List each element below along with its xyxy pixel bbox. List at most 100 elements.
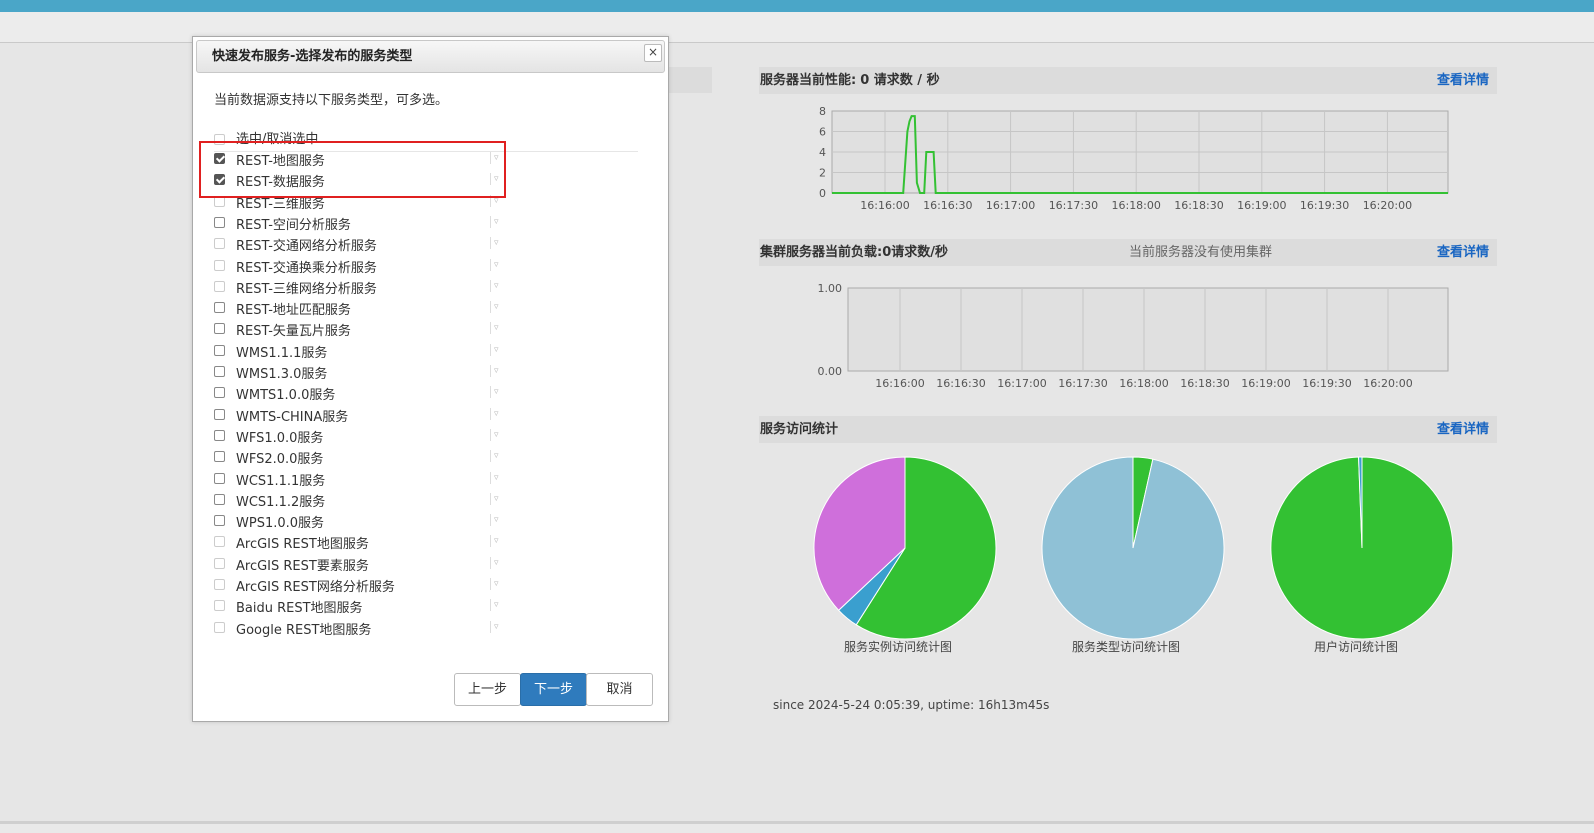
service-type-item[interactable]: WCS1.1.2服务 ▿: [214, 489, 514, 510]
service-type-label: REST-交通网络分析服务: [236, 239, 377, 255]
pie-user-label: 用户访问统计图: [1314, 640, 1399, 654]
service-type-item[interactable]: WPS1.0.0服务 ▿: [214, 510, 514, 531]
chevron-down-icon[interactable]: ▿: [490, 386, 502, 399]
service-type-checkbox[interactable]: [214, 366, 225, 377]
x-tick-label: 16:20:00: [1363, 377, 1412, 390]
service-type-checkbox[interactable]: [214, 451, 225, 463]
cancel-button[interactable]: 取消: [586, 673, 653, 706]
prev-button[interactable]: 上一步: [454, 673, 521, 706]
x-tick-label: 16:19:30: [1302, 377, 1351, 390]
service-type-label: ArcGIS REST网络分析服务: [236, 580, 395, 595]
chevron-down-icon[interactable]: ▿: [490, 322, 502, 335]
pie-instance-svg: [813, 456, 997, 640]
service-type-checkbox[interactable]: [214, 472, 225, 484]
service-type-checkbox[interactable]: [214, 536, 225, 548]
service-type-label: REST-三维网络分析服务: [236, 281, 377, 297]
x-tick-label: 16:16:30: [923, 199, 972, 212]
next-button[interactable]: 下一步: [520, 673, 587, 706]
service-type-checkbox[interactable]: [214, 408, 225, 420]
service-type-item[interactable]: ArcGIS REST要素服务 ▿: [214, 553, 514, 574]
plot-area: [847, 287, 1449, 372]
service-type-item[interactable]: WFS1.0.0服务 ▿: [214, 425, 514, 446]
service-type-label: REST-空间分析服务: [236, 217, 351, 233]
chevron-down-icon[interactable]: ▿: [490, 450, 502, 463]
service-type-item[interactable]: ArcGIS REST地图服务 ▿: [214, 531, 514, 552]
cluster-chart-svg: 16:16:00 16:16:30 16:17:00 16:17:30 16:18:00…: [818, 282, 1449, 390]
service-type-checkbox[interactable]: [214, 579, 225, 590]
chevron-down-icon[interactable]: ▿: [490, 301, 502, 314]
service-type-item[interactable]: REST-三维网络分析服务 ▿: [214, 276, 514, 297]
service-type-checkbox[interactable]: [214, 600, 225, 612]
chevron-down-icon[interactable]: ▿: [490, 599, 502, 612]
x-tick-label: 16:18:30: [1180, 377, 1229, 390]
service-type-item[interactable]: WMS1.1.1服务 ▿: [214, 340, 514, 361]
y-tick-label: 2: [819, 167, 826, 180]
service-type-checkbox[interactable]: [214, 280, 225, 292]
dialog-description: 当前数据源支持以下服务类型，可多选。: [214, 93, 449, 108]
service-type-item[interactable]: REST-交通换乘分析服务 ▿: [214, 255, 514, 276]
chevron-down-icon[interactable]: ▿: [490, 343, 502, 356]
chevron-down-icon[interactable]: ▿: [490, 514, 502, 527]
chevron-down-icon[interactable]: ▿: [490, 407, 502, 420]
service-type-checkbox[interactable]: [214, 493, 225, 505]
service-type-label: REST-矢量瓦片服务: [236, 324, 351, 340]
chevron-down-icon[interactable]: ▿: [490, 365, 502, 377]
service-type-item[interactable]: REST-矢量瓦片服务 ▿: [214, 318, 514, 340]
cluster-detail-link[interactable]: 查看详情: [1437, 239, 1489, 266]
x-tick-label: 16:17:30: [1058, 377, 1107, 390]
service-type-item[interactable]: WMTS1.0.0服务 ▿: [214, 382, 514, 404]
service-type-item[interactable]: Baidu REST地图服务 ▿: [214, 595, 514, 616]
pie-type: [1041, 456, 1225, 644]
chevron-down-icon[interactable]: ▿: [490, 258, 502, 271]
service-type-item[interactable]: REST-地址匹配服务 ▿: [214, 297, 514, 318]
service-type-item[interactable]: WMTS-CHINA服务 ▿: [214, 404, 514, 425]
service-type-item[interactable]: WMS1.3.0服务 ▿: [214, 361, 514, 382]
service-type-label: WCS1.1.2服务: [236, 494, 326, 510]
chevron-down-icon[interactable]: ▿: [490, 492, 502, 505]
highlight-annotation: [199, 141, 506, 198]
service-type-checkbox[interactable]: [214, 302, 225, 314]
service-type-label: WFS1.0.0服务: [236, 430, 324, 446]
chevron-down-icon[interactable]: ▿: [490, 471, 502, 484]
service-type-checkbox[interactable]: [214, 216, 225, 228]
cluster-chart: 16:16:00 16:16:30 16:17:00 16:17:30 16:18:00…: [800, 278, 1460, 398]
service-type-label: WFS2.0.0服务: [236, 452, 324, 468]
chevron-down-icon[interactable]: ▿: [490, 237, 502, 250]
chevron-down-icon[interactable]: ▿: [490, 279, 502, 292]
service-type-checkbox[interactable]: [214, 387, 225, 399]
service-type-checkbox[interactable]: [214, 621, 225, 633]
x-tick-label: 16:16:30: [936, 377, 985, 390]
service-type-item[interactable]: ArcGIS REST网络分析服务 ▿: [214, 574, 514, 595]
service-type-item[interactable]: WCS1.1.1服务 ▿: [214, 468, 514, 489]
service-type-checkbox[interactable]: [214, 259, 225, 271]
chevron-down-icon[interactable]: ▿: [490, 215, 502, 228]
chevron-down-icon[interactable]: ▿: [490, 535, 502, 548]
service-type-item[interactable]: WFS2.0.0服务 ▿: [214, 446, 514, 468]
service-type-checkbox[interactable]: [214, 323, 225, 335]
chevron-down-icon[interactable]: ▿: [490, 556, 502, 569]
x-tick-label: 16:19:00: [1237, 199, 1286, 212]
pie-type-svg: [1041, 456, 1225, 640]
x-tick-label: 16:18:30: [1174, 199, 1223, 212]
perf-title: 服务器当前性能: 0 请求数 / 秒: [760, 73, 940, 88]
perf-section-header: 服务器当前性能: 0 请求数 / 秒 查看详情: [759, 67, 1497, 94]
close-icon[interactable]: ×: [644, 44, 662, 62]
service-type-checkbox[interactable]: [214, 515, 225, 527]
service-type-label: WMTS1.0.0服务: [236, 388, 336, 404]
service-type-label: Google REST地图服务: [236, 622, 372, 638]
service-type-item[interactable]: REST-交通网络分析服务 ▿: [214, 233, 514, 255]
service-type-label: ArcGIS REST要素服务: [236, 558, 369, 574]
service-type-checkbox[interactable]: [214, 557, 225, 569]
service-type-item[interactable]: REST-空间分析服务 ▿: [214, 212, 514, 233]
service-type-checkbox[interactable]: [214, 238, 225, 250]
chevron-down-icon[interactable]: ▿: [490, 428, 502, 441]
service-type-item[interactable]: Google REST地图服务 ▿: [214, 617, 514, 638]
service-type-checkbox[interactable]: [214, 429, 225, 441]
x-tick-label: 16:16:00: [875, 377, 924, 390]
perf-detail-link[interactable]: 查看详情: [1437, 67, 1489, 94]
y-tick-label: 4: [819, 146, 826, 159]
stats-detail-link[interactable]: 查看详情: [1437, 416, 1489, 443]
service-type-checkbox[interactable]: [214, 344, 225, 356]
chevron-down-icon[interactable]: ▿: [490, 578, 502, 590]
chevron-down-icon[interactable]: ▿: [490, 620, 502, 633]
